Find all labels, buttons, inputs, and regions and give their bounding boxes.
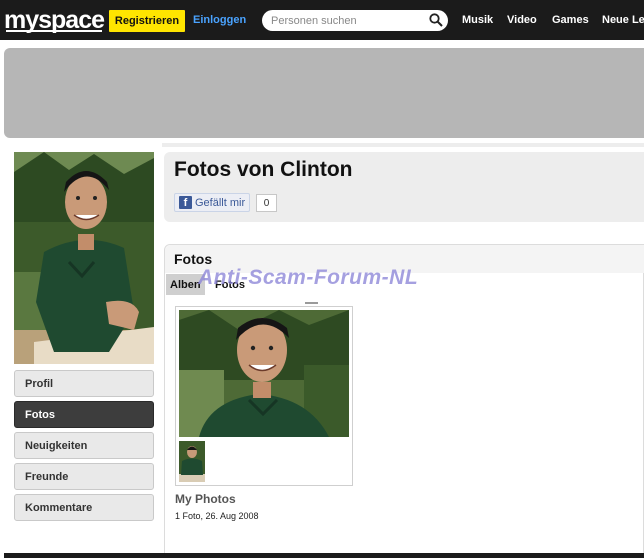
nav-new[interactable]: Neue Le <box>602 14 644 26</box>
sidebar-item-news[interactable]: Neuigkeiten <box>14 432 154 459</box>
nav-games[interactable]: Games <box>552 14 589 26</box>
album-thumbnail[interactable] <box>179 441 205 482</box>
search-icon[interactable] <box>428 12 444 28</box>
watermark-text: Anti-Scam-Forum-NL <box>198 266 419 289</box>
bottom-border <box>4 553 644 558</box>
nav-music[interactable]: Musik <box>462 14 493 26</box>
album-thumbnail-image <box>179 441 205 482</box>
album-name-link[interactable]: My Photos <box>175 492 236 506</box>
people-search-input[interactable] <box>271 10 421 31</box>
profile-photo-image <box>14 152 154 364</box>
top-navigation-bar: myspace Registrieren Einloggen Musik Vid… <box>0 0 644 40</box>
nav-video[interactable]: Video <box>507 14 537 26</box>
logo-underline <box>6 30 103 32</box>
like-label: Gefällt mir <box>195 196 246 209</box>
sidebar-item-profile[interactable]: Profil <box>14 370 154 397</box>
page-title: Fotos von Clinton <box>174 158 353 181</box>
sidebar-item-comments[interactable]: Kommentare <box>14 494 154 521</box>
sidebar-item-photos[interactable]: Fotos <box>14 401 154 428</box>
advertisement-banner <box>4 48 644 138</box>
register-button[interactable]: Registrieren <box>109 10 185 32</box>
album-cover-image <box>179 310 349 437</box>
login-link[interactable]: Einloggen <box>193 14 246 26</box>
profile-photo[interactable] <box>14 152 154 364</box>
album-cover-photo[interactable] <box>179 310 349 437</box>
people-search <box>262 10 448 31</box>
sidebar-item-friends[interactable]: Freunde <box>14 463 154 490</box>
album-meta: 1 Foto, 26. Aug 2008 <box>175 511 259 521</box>
like-button[interactable]: f Gefällt mir <box>174 193 250 212</box>
divider-mark <box>305 302 318 304</box>
like-count: 0 <box>256 194 277 212</box>
photos-heading: Fotos <box>174 251 213 267</box>
myspace-logo[interactable]: myspace <box>4 6 105 34</box>
facebook-icon: f <box>179 196 192 209</box>
